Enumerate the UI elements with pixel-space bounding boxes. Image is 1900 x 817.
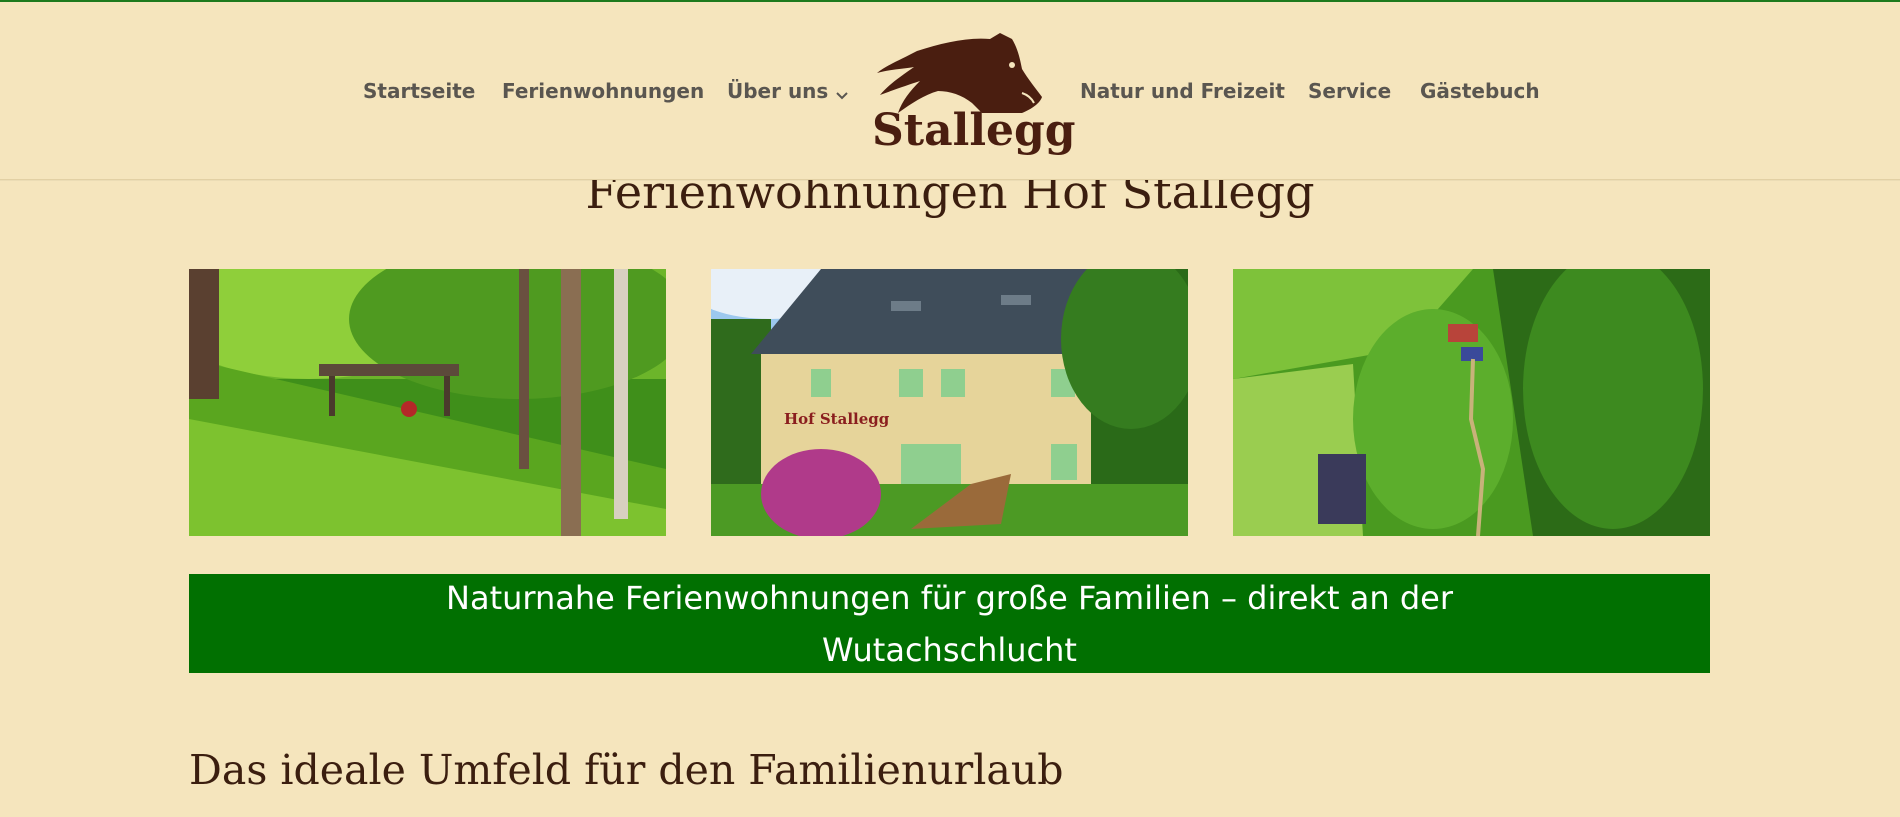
- svg-text:Hof Stallegg: Hof Stallegg: [784, 410, 890, 428]
- chevron-down-icon: [836, 81, 849, 105]
- house-sign-text: Hof Stallegg: [784, 410, 890, 428]
- section-heading: Das ideale Umfeld für den Familienurlaub: [189, 746, 1064, 794]
- nav-item-ueber-uns-label: Über uns: [727, 79, 829, 103]
- logo-text: Stallegg: [872, 105, 1076, 156]
- banner-text: Naturnahe Ferienwohnungen für große Fami…: [446, 578, 1453, 669]
- nav-item-service[interactable]: Service: [1308, 79, 1391, 103]
- site-logo[interactable]: Stallegg: [872, 29, 1076, 161]
- nav-item-startseite[interactable]: Startseite: [363, 79, 475, 103]
- site-header: Startseite Ferienwohnungen Über uns Stal…: [0, 2, 1900, 180]
- nav-item-ferienwohnungen[interactable]: Ferienwohnungen: [502, 79, 704, 103]
- nav-item-ueber-uns[interactable]: Über uns: [727, 79, 849, 105]
- house-photo[interactable]: Hof Stallegg: [711, 269, 1188, 536]
- garden-photo[interactable]: [189, 269, 666, 536]
- nav-item-gaestebuch[interactable]: Gästebuch: [1420, 79, 1540, 103]
- aerial-photo[interactable]: [1233, 269, 1710, 536]
- intro-banner: Naturnahe Ferienwohnungen für große Fami…: [189, 574, 1710, 673]
- nav-item-natur-und-freizeit[interactable]: Natur und Freizeit: [1080, 79, 1285, 103]
